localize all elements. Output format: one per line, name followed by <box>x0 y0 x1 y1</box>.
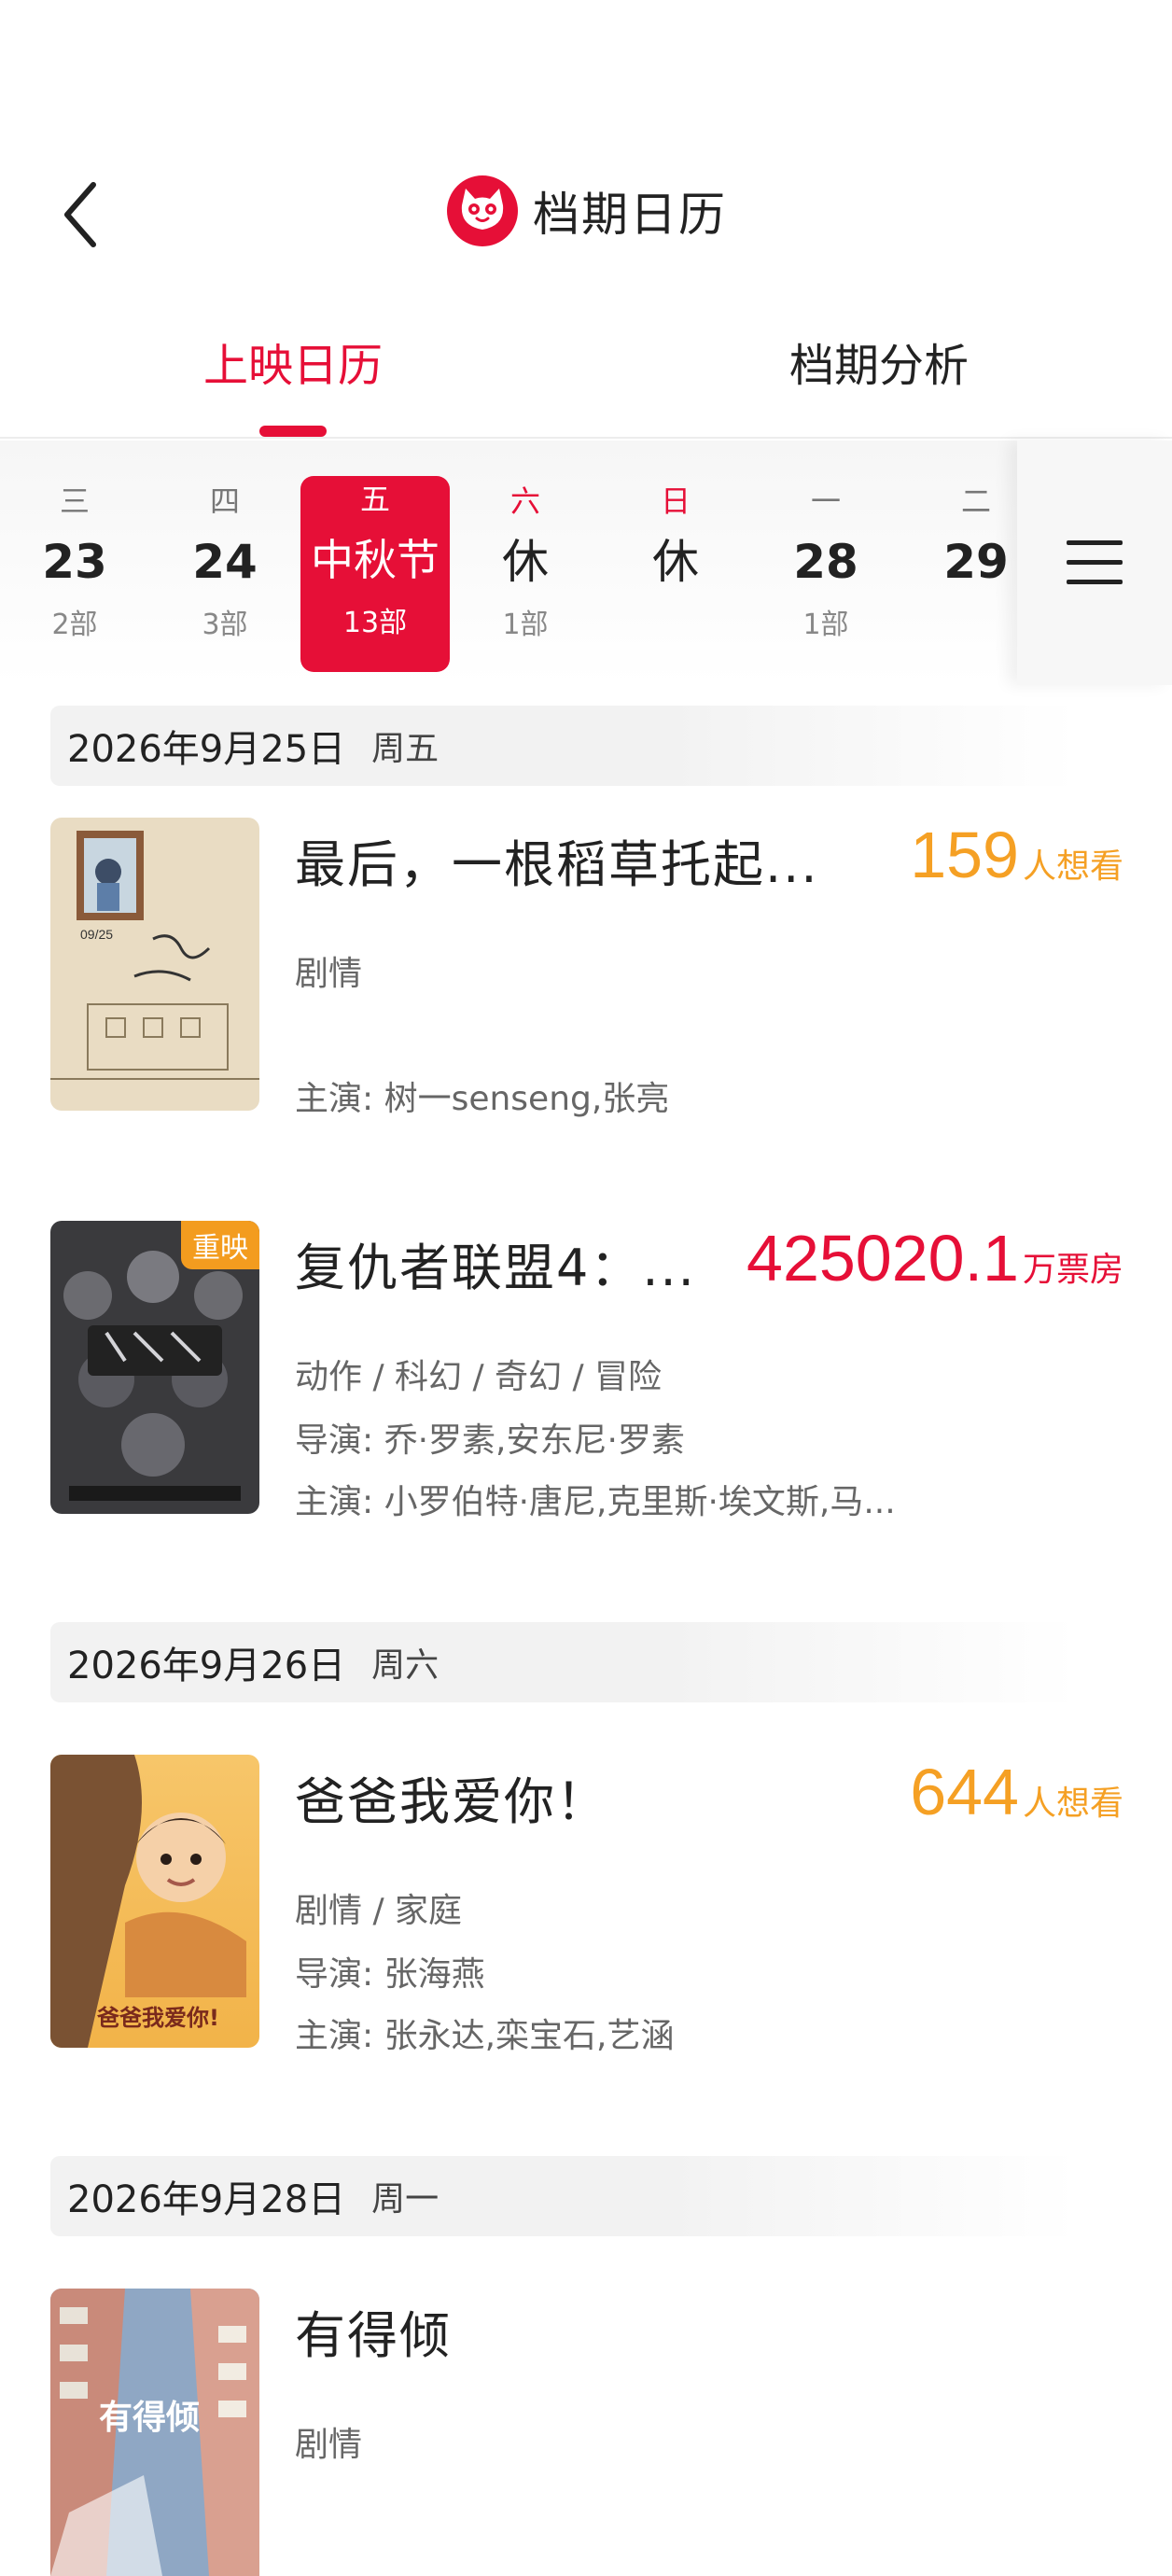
want-count: 159 <box>910 819 1019 891</box>
section-weekday: 周一 <box>371 2180 440 2219</box>
date-number: 中秋节 <box>311 535 440 585</box>
date-number: 24 <box>192 535 258 589</box>
active-tab-indicator <box>259 426 327 437</box>
nav-bar: 档期日历 <box>0 140 1172 280</box>
movie-count: 13部 <box>342 607 408 639</box>
date-section-header: 2026年9月25日 周五 <box>50 706 1077 786</box>
svg-text:09/25: 09/25 <box>80 927 113 942</box>
date-section-header: 2026年9月26日 周六 <box>50 1622 1077 1702</box>
weekday-label: 一 <box>810 483 841 519</box>
box-office-value: 425020.1 <box>746 1222 1019 1295</box>
tab-release-calendar[interactable]: 上映日历 <box>0 329 586 394</box>
movie-count: 1部 <box>502 609 549 641</box>
movie-cast: 主演: 树一senseng,张亮 <box>295 1080 670 1118</box>
weekday-label: 五 <box>359 482 390 517</box>
date-day-25-selected[interactable]: 五 中秋节 13部 <box>300 476 450 672</box>
movie-poster: 09/25 <box>50 818 259 1111</box>
date-day-23[interactable]: 三 23 2部 <box>0 478 149 674</box>
movie-title: 复仇者联盟4：... <box>295 1239 696 1297</box>
svg-text:爸爸我爱你!: 爸爸我爱你! <box>96 2005 219 2031</box>
movie-card[interactable]: 09/25 最后，一根稻草托起... 159 人想看 剧情 主演: 树一sens… <box>50 818 1123 1118</box>
date-number: 28 <box>793 535 858 589</box>
movie-card[interactable]: 重映 复仇者联盟4：... 425020.1 万票房 动作 / 科幻 / 奇幻 … <box>50 1221 1123 1521</box>
weekday-label: 日 <box>660 483 691 519</box>
movie-cast: 主演: 小罗伯特·唐尼,克里斯·埃文斯,马... <box>295 1483 896 1521</box>
hamburger-menu-icon <box>1067 540 1123 584</box>
want-to-see-stat: 159 人想看 <box>910 818 1123 892</box>
date-day-26[interactable]: 六 休 1部 <box>451 478 600 674</box>
date-number: 23 <box>42 535 107 589</box>
weekday-label: 六 <box>509 483 540 519</box>
movie-genre: 剧情 <box>295 2426 363 2464</box>
movie-count <box>601 599 750 651</box>
section-date: 2026年9月26日 <box>67 1645 346 1687</box>
movie-count: 1部 <box>802 609 849 641</box>
want-to-see-stat: 644 人想看 <box>910 1755 1123 1829</box>
movie-poster: 爸爸我爱你! <box>50 1755 259 2048</box>
weekday-label: 四 <box>209 483 240 519</box>
movie-director: 导演: 张海燕 <box>295 1955 485 1994</box>
title-area: 档期日历 <box>0 174 1172 248</box>
section-date: 2026年9月25日 <box>67 728 346 771</box>
date-strip: 三 23 2部 四 24 3部 五 中秋节 13部 六 休 1部 日 休 一 2… <box>0 441 1172 685</box>
want-unit: 人想看 <box>1022 1785 1123 1823</box>
movie-card[interactable]: 爸爸我爱你! 爸爸我爱你！ 644 人想看 剧情 / 家庭 导演: 张海燕 主演… <box>50 1755 1123 2055</box>
section-weekday: 周六 <box>371 1646 440 1685</box>
page-title: 档期日历 <box>533 188 727 242</box>
section-date: 2026年9月28日 <box>67 2178 346 2221</box>
date-section-header: 2026年9月28日 周一 <box>50 2156 1077 2236</box>
box-office-unit: 万票房 <box>1022 1251 1123 1289</box>
movie-cast: 主演: 张永达,栾宝石,艺涵 <box>295 2017 675 2055</box>
movie-count: 3部 <box>202 609 248 641</box>
poster-image: 爸爸我爱你! <box>50 1755 259 2048</box>
maoyan-cat-logo <box>447 175 518 246</box>
box-office-stat: 425020.1 万票房 <box>746 1221 1123 1295</box>
section-weekday: 周五 <box>371 730 440 768</box>
movie-count: 2部 <box>51 609 98 641</box>
tab-schedule-analysis[interactable]: 档期分析 <box>586 329 1172 394</box>
poster-image: 有得倾 <box>50 2289 259 2576</box>
date-number: 休 <box>652 535 699 589</box>
movie-genre: 剧情 <box>295 955 363 993</box>
date-number: 休 <box>502 535 549 589</box>
want-unit: 人想看 <box>1022 847 1123 886</box>
date-day-28[interactable]: 一 28 1部 <box>751 478 900 674</box>
movie-title: 有得倾 <box>295 2306 452 2365</box>
movie-card[interactable]: 有得倾 有得倾 剧情 <box>50 2289 1123 2576</box>
want-count: 644 <box>910 1756 1019 1828</box>
movie-poster: 重映 <box>50 1221 259 1514</box>
weekday-label: 三 <box>59 483 90 519</box>
poster-image: 09/25 <box>50 818 259 1111</box>
date-day-24[interactable]: 四 24 3部 <box>150 478 300 674</box>
tab-bar: 上映日历 档期分析 <box>0 308 1172 439</box>
calendar-menu-button[interactable] <box>1017 441 1172 685</box>
movie-director: 导演: 乔·罗素,安东尼·罗素 <box>295 1421 685 1460</box>
movie-title: 最后，一根稻草托起... <box>295 835 819 894</box>
svg-text:有得倾: 有得倾 <box>99 2399 200 2437</box>
schedule-calendar-page: 档期日历 上映日历 档期分析 三 23 2部 四 24 3部 五 中秋节 13部… <box>0 0 1172 2576</box>
date-day-27[interactable]: 日 休 <box>601 478 750 674</box>
movie-poster: 有得倾 <box>50 2289 259 2576</box>
rerun-badge: 重映 <box>181 1221 259 1269</box>
movie-genre: 剧情 / 家庭 <box>295 1892 463 1930</box>
movie-title: 爸爸我爱你！ <box>295 1772 608 1831</box>
movie-genre: 动作 / 科幻 / 奇幻 / 冒险 <box>295 1358 663 1396</box>
